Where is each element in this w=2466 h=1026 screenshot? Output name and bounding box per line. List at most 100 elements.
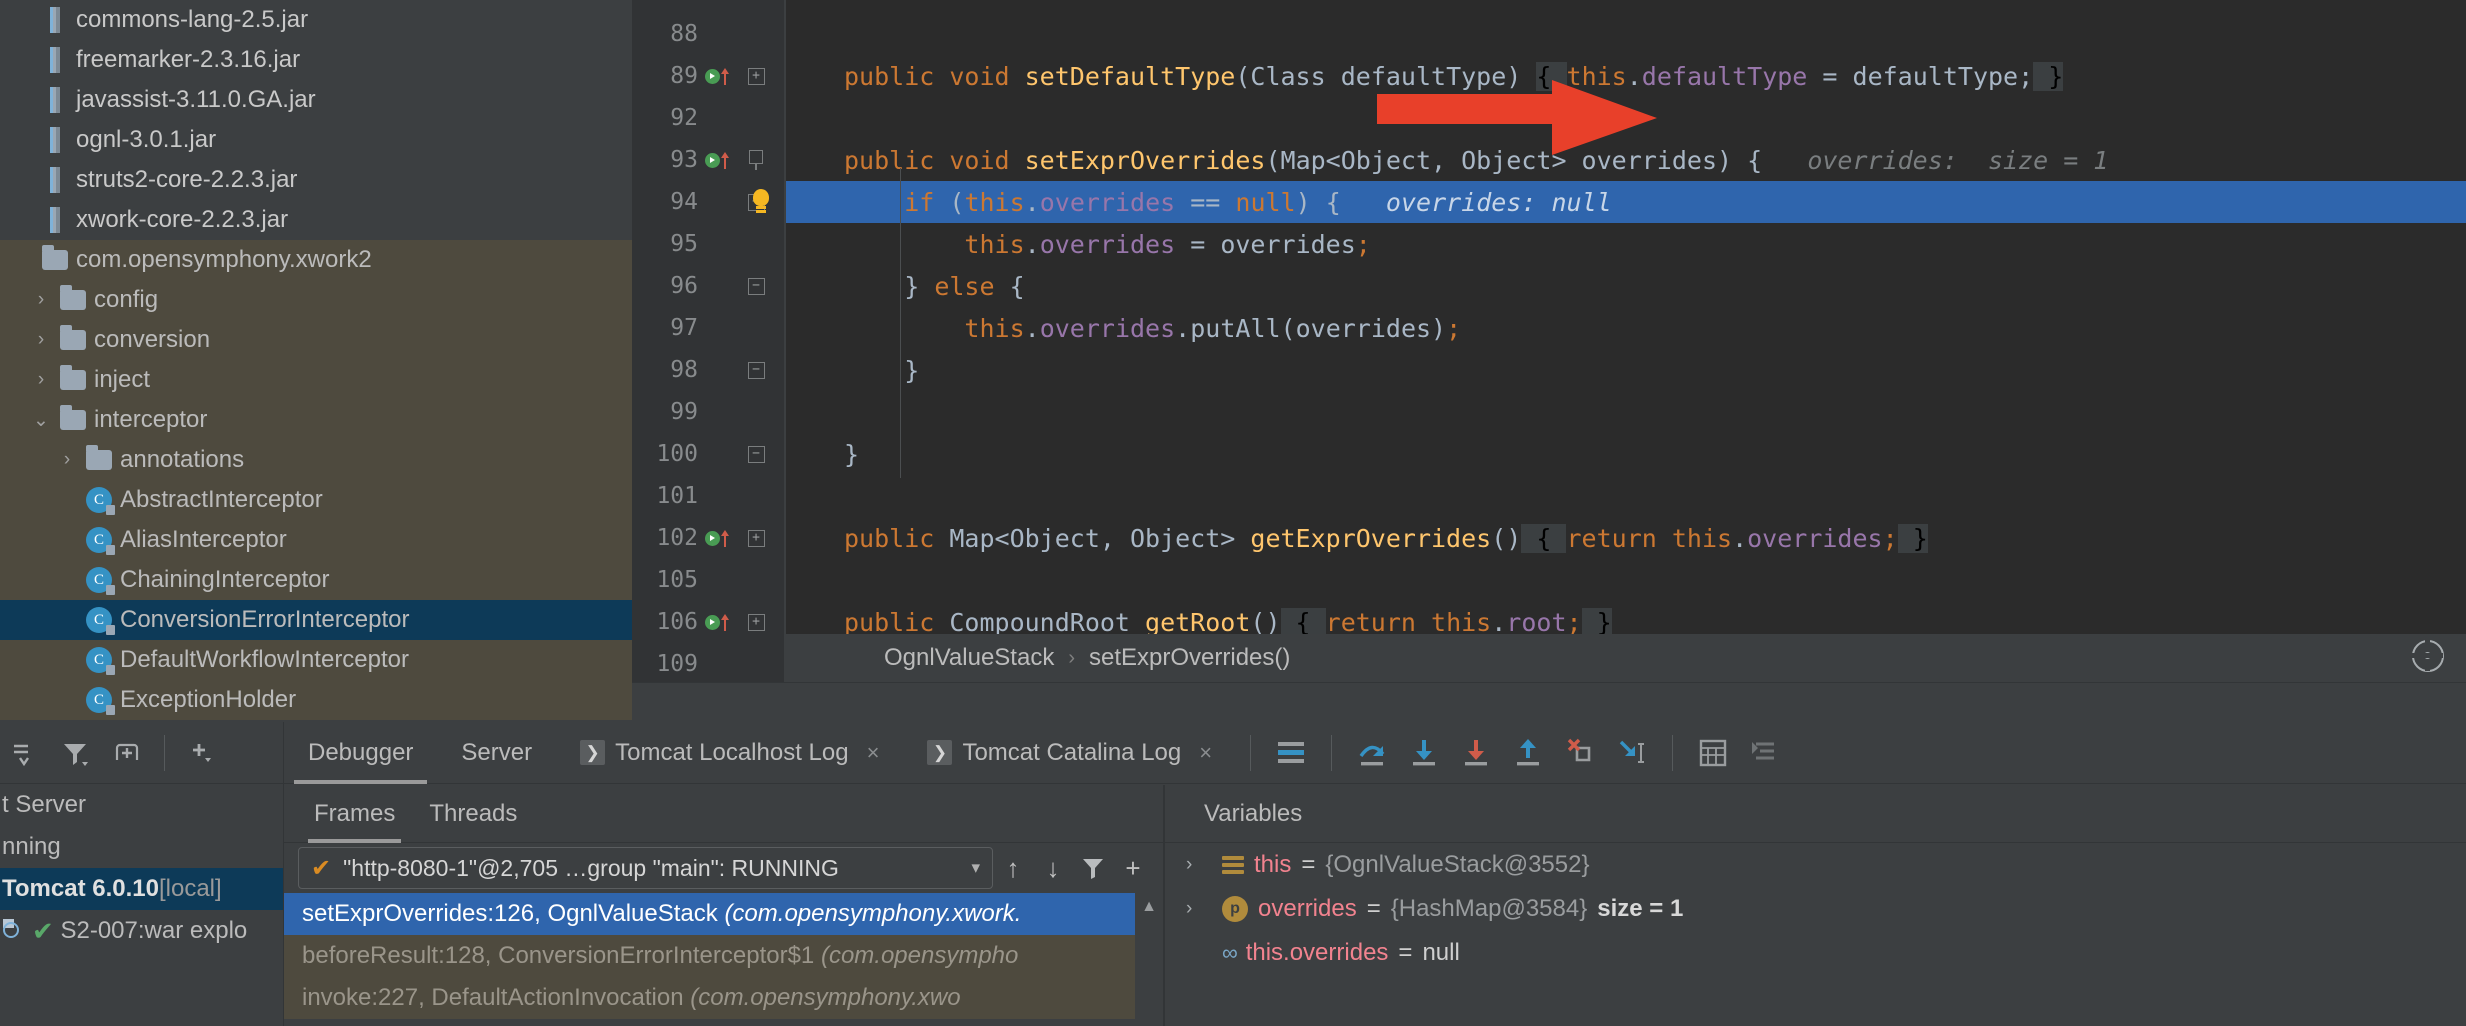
new-tab-icon[interactable]	[110, 736, 144, 770]
debugger-tab-bar[interactable]: Debugger Server ❯ Tomcat Localhost Log × ❯ Tom…	[284, 722, 2466, 784]
step-over-icon[interactable]	[1355, 736, 1389, 770]
debugger-tab-tomcat-localhost-log[interactable]: ❯ Tomcat Localhost Log ×	[556, 722, 903, 784]
tree-item-class-ChainingInterceptor[interactable]: C ChainingInterceptor	[0, 560, 632, 600]
tree-item-jar[interactable]: xwork-core-2.2.3.jar	[0, 200, 632, 240]
tree-item-class-ConversionErrorInterceptor[interactable]: C ConversionErrorInterceptor	[0, 600, 632, 640]
code-editor[interactable]: 8889+929394−9596−9798−99100−101102+10510…	[632, 0, 2466, 722]
chevron-right-icon[interactable]: ›	[26, 329, 56, 351]
drop-frame-icon[interactable]	[1563, 736, 1597, 770]
filter-icon[interactable]	[1073, 848, 1113, 888]
tree-item-package-inject[interactable]: › inject	[0, 360, 632, 400]
frame-row[interactable]: setExprOverrides:126, OgnlValueStack (co…	[284, 893, 1163, 935]
fold-expand-icon[interactable]: +	[747, 613, 765, 631]
debugger-panel[interactable]: Debugger Server ❯ Tomcat Localhost Log × ❯ Tom…	[283, 722, 2466, 1026]
tree-item-class-AbstractInterceptor[interactable]: C AbstractInterceptor	[0, 480, 632, 520]
chevron-right-icon[interactable]: ›	[52, 449, 82, 471]
filter-icon[interactable]	[58, 736, 92, 770]
tree-item-package-config[interactable]: › config	[0, 280, 632, 320]
gutter-line[interactable]: 105	[632, 559, 784, 601]
crosshair-icon[interactable]	[2411, 639, 2444, 672]
frame-row[interactable]: invoke:227, DefaultActionInvocation (com…	[284, 977, 1163, 1019]
gutter-line[interactable]: 92	[632, 97, 784, 139]
implementation-arrow-icon[interactable]	[720, 151, 730, 169]
tree-item-jar[interactable]: commons-lang-2.5.jar	[0, 0, 632, 40]
plus-icon[interactable]: +	[1113, 848, 1153, 888]
tree-item-jar[interactable]: struts2-core-2.2.3.jar	[0, 160, 632, 200]
code-line[interactable]: } else {	[784, 265, 2466, 307]
fold-expand-icon[interactable]: +	[747, 67, 765, 85]
services-panel[interactable]: t Server nning Tomcat 6.0.10 [local] ✔ S2-0…	[0, 722, 283, 1026]
debugger-tab-server[interactable]: Server	[437, 722, 556, 784]
project-tree[interactable]: commons-lang-2.5.jar freemarker-2.3.16.ja…	[0, 0, 632, 722]
step-out-icon[interactable]	[1511, 736, 1545, 770]
evaluate-expression-icon[interactable]	[1696, 736, 1730, 770]
gutter-line[interactable]: 106 +	[632, 601, 784, 643]
code-line[interactable]	[784, 391, 2466, 433]
tree-item-jar[interactable]: ognl-3.0.1.jar	[0, 120, 632, 160]
frames-sub-tabs[interactable]: Frames Threads	[284, 785, 1163, 843]
fold-collapse-icon[interactable]	[749, 150, 763, 170]
gutter-line[interactable]: 89 +	[632, 55, 784, 97]
services-row[interactable]: ✔ S2-007:war explo	[0, 910, 283, 952]
fold-end-icon[interactable]: −	[747, 445, 765, 463]
tree-item-class-DefaultWorkflowInterceptor[interactable]: C DefaultWorkflowInterceptor	[0, 640, 632, 680]
intention-bulb-icon[interactable]	[750, 189, 772, 215]
tree-item-package-interceptor[interactable]: ⌄ interceptor	[0, 400, 632, 440]
run-method-icon[interactable]	[704, 530, 720, 546]
services-toolbar[interactable]	[0, 722, 283, 784]
implementation-arrow-icon[interactable]	[720, 67, 730, 85]
gutter-line[interactable]: 98 −	[632, 349, 784, 391]
tree-item-jar[interactable]: freemarker-2.3.16.jar	[0, 40, 632, 80]
frames-list[interactable]: setExprOverrides:126, OgnlValueStack (co…	[284, 893, 1163, 1019]
tree-item-package-root[interactable]: ⌄com.opensymphony.xwork2	[0, 240, 632, 280]
fold-expand-icon[interactable]: +	[747, 529, 765, 547]
step-into-icon[interactable]	[1407, 736, 1441, 770]
code-line[interactable]: if (this.overrides == null) { overrides:…	[784, 181, 2466, 223]
chevron-right-icon[interactable]: ›	[26, 369, 56, 391]
chevron-down-icon[interactable]: ▾	[971, 858, 980, 878]
close-icon[interactable]: ×	[1199, 740, 1212, 766]
editor-gutter[interactable]: 8889+929394−9596−9798−99100−101102+10510…	[632, 0, 784, 722]
implementation-arrow-icon[interactable]	[720, 613, 730, 631]
services-row[interactable]: Tomcat 6.0.10 [local]	[0, 868, 283, 910]
variable-row[interactable]: ∞ this.overrides = null	[1164, 931, 2466, 975]
gutter-line[interactable]: 101	[632, 475, 784, 517]
thread-selector[interactable]: ✔ "http-8080-1"@2,705 …group "main": RUN…	[298, 847, 993, 889]
fold-end-icon[interactable]: −	[747, 277, 765, 295]
services-row[interactable]: t Server	[0, 784, 283, 826]
run-method-icon[interactable]	[704, 68, 720, 84]
code-line[interactable]	[784, 13, 2466, 55]
services-row[interactable]: nning	[0, 826, 283, 868]
gutter-line[interactable]: 97	[632, 307, 784, 349]
sub-tab-frames[interactable]: Frames	[307, 785, 402, 843]
add-icon[interactable]	[185, 736, 219, 770]
down-arrow-icon[interactable]: ↓	[1033, 848, 1073, 888]
up-arrow-icon[interactable]: ↑	[993, 848, 1033, 888]
code-line[interactable]: public Map<Object, Object> getExprOverri…	[784, 517, 2466, 559]
breadcrumb-class[interactable]: OgnlValueStack	[884, 644, 1054, 672]
tree-item-jar[interactable]: javassist-3.11.0.GA.jar	[0, 80, 632, 120]
gutter-line[interactable]: 88	[632, 13, 784, 55]
code-line[interactable]	[784, 475, 2466, 517]
frames-panel[interactable]: Frames Threads ✔ "http-8080-1"@2,705 …gro…	[284, 785, 1164, 1026]
variables-panel[interactable]: Variables › this = {OgnlValueStack@3552} › p o…	[1164, 785, 2466, 1026]
chevron-right-icon[interactable]: ›	[1186, 854, 1212, 876]
scroll-up-icon[interactable]: ▲	[1135, 893, 1163, 921]
mute-breakpoints-icon[interactable]	[1748, 736, 1782, 770]
code-line[interactable]	[784, 559, 2466, 601]
gutter-line[interactable]: 99	[632, 391, 784, 433]
force-step-into-icon[interactable]	[1459, 736, 1493, 770]
gutter-line[interactable]: 95	[632, 223, 784, 265]
code-line[interactable]: this.overrides = overrides;	[784, 223, 2466, 265]
breadcrumb-method[interactable]: setExprOverrides()	[1089, 644, 1290, 672]
run-to-cursor-icon[interactable]	[1615, 736, 1649, 770]
chevron-right-icon[interactable]: ›	[1186, 898, 1212, 920]
debugger-tab-tomcat-catalina-log[interactable]: ❯ Tomcat Catalina Log ×	[903, 722, 1236, 784]
close-icon[interactable]: ×	[867, 740, 880, 766]
frames-scrollbar[interactable]: ▲	[1135, 893, 1163, 1026]
code-line[interactable]: }	[784, 433, 2466, 475]
breadcrumb[interactable]: OgnlValueStack › setExprOverrides()	[784, 634, 2466, 682]
tree-item-package-annotations[interactable]: › annotations	[0, 440, 632, 480]
chevron-right-icon[interactable]: ›	[26, 289, 56, 311]
run-method-icon[interactable]	[704, 152, 720, 168]
